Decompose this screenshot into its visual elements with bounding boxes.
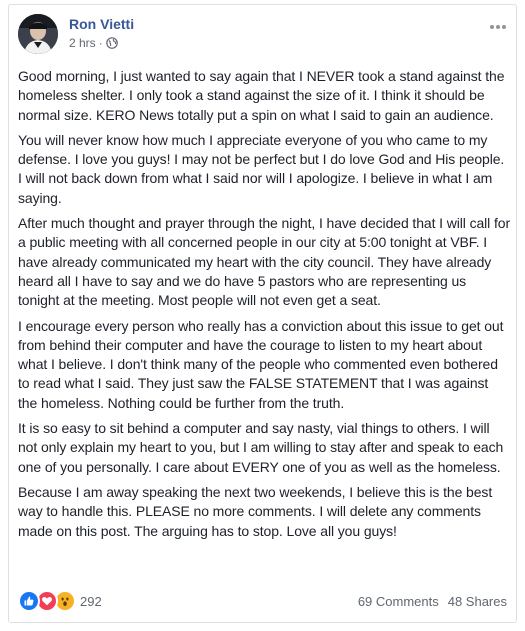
author-name-link[interactable]: Ron Vietti	[69, 16, 134, 32]
reactions-summary[interactable]: 292	[18, 590, 102, 612]
comments-count-link[interactable]: 69 Comments	[358, 594, 439, 609]
more-options-icon[interactable]	[488, 20, 508, 34]
post-paragraph: After much thought and prayer through th…	[18, 215, 511, 309]
post-paragraph: Because I am away speaking the next two …	[18, 483, 493, 539]
more-dot	[490, 25, 494, 29]
more-dot	[496, 25, 500, 29]
post-body: Good morning, I just wanted to say again…	[18, 67, 510, 547]
like-reaction-icon[interactable]	[18, 590, 40, 612]
meta-separator: ·	[98, 36, 103, 50]
post-footer: 292 69 Comments 48 Shares	[18, 587, 507, 615]
post-stats: 69 Comments 48 Shares	[358, 594, 507, 609]
post-header: Ron Vietti 2 hrs ·	[18, 14, 508, 58]
post-meta: 2 hrs ·	[69, 36, 118, 50]
post-paragraph: It is so easy to sit behind a computer a…	[18, 420, 504, 475]
globe-icon[interactable]	[105, 37, 118, 49]
post-timestamp[interactable]: 2 hrs	[69, 36, 96, 50]
reaction-count[interactable]: 292	[80, 594, 102, 609]
post-paragraph: I encourage every person who really has …	[18, 317, 504, 411]
facebook-post: Ron Vietti 2 hrs · Good morning, I just …	[8, 4, 517, 623]
author-avatar[interactable]	[18, 14, 58, 54]
shares-count-link[interactable]: 48 Shares	[448, 594, 507, 609]
post-paragraph: You will never know how much I appreciat…	[18, 131, 505, 206]
more-dot	[502, 25, 506, 29]
post-paragraph: Good morning, I just wanted to say again…	[18, 68, 505, 123]
